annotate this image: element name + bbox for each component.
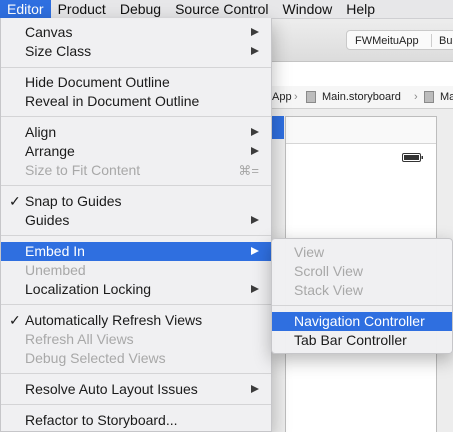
menu-item-label: Hide Document Outline <box>25 74 170 90</box>
chevron-right-icon: › <box>414 91 418 103</box>
menu-separator <box>1 404 271 405</box>
scene-status-bar <box>286 117 436 144</box>
jumpbar-main-segment[interactable]: Mai <box>440 86 453 108</box>
submenu-item-stack-view: Stack View <box>272 281 452 300</box>
menu-separator <box>1 67 271 68</box>
submenu-arrow-icon <box>251 247 259 255</box>
submenu-arrow-icon <box>251 128 259 136</box>
chevron-right-icon: › <box>294 91 298 103</box>
menu-item-label: Refactor to Storyboard... <box>25 412 178 428</box>
submenu-item-scroll-view: Scroll View <box>272 262 452 281</box>
menu-item-label: Localization Locking <box>25 281 152 297</box>
menu-item-refresh-all-views: Refresh All Views <box>1 330 271 349</box>
menu-separator <box>272 305 452 306</box>
menu-item-label: Scroll View <box>294 263 363 279</box>
menu-item-automatically-refresh-views[interactable]: ✓ Automatically Refresh Views <box>1 311 271 330</box>
scheme-app-label: FWMeituApp <box>355 35 419 47</box>
selection-indicator <box>272 116 284 139</box>
menu-item-label: Unembed <box>25 262 86 278</box>
menu-item-arrange[interactable]: Arrange <box>1 142 271 161</box>
scheme-divider <box>431 34 432 47</box>
menu-item-label: View <box>294 244 325 260</box>
jumpbar-app-segment[interactable]: App <box>272 86 292 108</box>
menu-item-reveal-in-document-outline[interactable]: Reveal in Document Outline <box>1 92 271 111</box>
submenu-arrow-icon <box>251 47 259 55</box>
menu-item-label: Size to Fit Content <box>25 162 141 178</box>
battery-icon <box>402 153 423 162</box>
jump-bar: App › Main.storyboard › Mai <box>272 86 453 109</box>
menu-item-snap-to-guides[interactable]: ✓ Snap to Guides <box>1 192 271 211</box>
menu-item-canvas[interactable]: Canvas <box>1 23 271 42</box>
menu-item-size-class[interactable]: Size Class <box>1 42 271 61</box>
editor-menu: Canvas Size Class Hide Document Outline … <box>0 18 272 432</box>
submenu-item-navigation-controller[interactable]: Navigation Controller <box>272 312 452 331</box>
submenu-arrow-icon <box>251 385 259 393</box>
menu-item-debug-selected-views: Debug Selected Views <box>1 349 271 368</box>
jumpbar-storyboard-segment[interactable]: Main.storyboard <box>322 86 401 108</box>
menu-item-unembed: Unembed <box>1 261 271 280</box>
menu-item-label: Embed In <box>25 243 85 259</box>
submenu-item-tab-bar-controller[interactable]: Tab Bar Controller <box>272 331 452 350</box>
menu-item-label: Resolve Auto Layout Issues <box>25 381 198 397</box>
submenu-item-view: View <box>272 243 452 262</box>
menu-item-align[interactable]: Align <box>1 123 271 142</box>
menu-item-label: Debug Selected Views <box>25 350 166 366</box>
checkmark-icon: ✓ <box>9 312 21 328</box>
menu-separator <box>1 304 271 305</box>
menu-separator <box>1 116 271 117</box>
menu-item-label: Arrange <box>25 143 75 159</box>
menu-separator <box>1 235 271 236</box>
scheme-selector[interactable]: FWMeituApp Bui <box>346 30 453 50</box>
menubar-help[interactable]: Help <box>339 0 382 18</box>
submenu-arrow-icon <box>251 147 259 155</box>
scheme-device-label: Bui <box>439 35 453 47</box>
embed-in-submenu: View Scroll View Stack View Navigation C… <box>271 238 453 354</box>
submenu-arrow-icon <box>251 28 259 36</box>
menu-item-label: Stack View <box>294 282 363 298</box>
menu-separator <box>1 373 271 374</box>
menu-item-guides[interactable]: Guides <box>1 211 271 230</box>
menubar-editor[interactable]: Editor <box>0 0 51 18</box>
menu-item-label: Navigation Controller <box>294 313 425 329</box>
menu-item-refactor-to-storyboard[interactable]: Refactor to Storyboard... <box>1 411 271 430</box>
menu-item-label: Refresh All Views <box>25 331 134 347</box>
menubar-debug[interactable]: Debug <box>113 0 168 18</box>
menu-separator <box>1 185 271 186</box>
menu-item-localization-locking[interactable]: Localization Locking <box>1 280 271 299</box>
menu-item-size-to-fit-content: Size to Fit Content ⌘= <box>1 161 271 180</box>
menu-item-label: Snap to Guides <box>25 193 122 209</box>
menu-item-label: Reveal in Document Outline <box>25 93 200 109</box>
submenu-arrow-icon <box>251 285 259 293</box>
menu-item-label: Automatically Refresh Views <box>25 312 203 328</box>
shortcut-label: ⌘= <box>238 163 259 178</box>
menubar-product[interactable]: Product <box>51 0 113 18</box>
menu-item-label: Tab Bar Controller <box>294 332 407 348</box>
storyboard-file-icon <box>424 91 434 103</box>
menu-item-resolve-auto-layout-issues[interactable]: Resolve Auto Layout Issues <box>1 380 271 399</box>
submenu-arrow-icon <box>251 216 259 224</box>
menu-item-embed-in[interactable]: Embed In <box>1 242 271 261</box>
checkmark-icon: ✓ <box>9 193 21 209</box>
menu-item-label: Size Class <box>25 43 92 59</box>
menubar-source-control[interactable]: Source Control <box>168 0 275 18</box>
menu-item-hide-document-outline[interactable]: Hide Document Outline <box>1 73 271 92</box>
menu-bar: Editor Product Debug Source Control Wind… <box>0 0 453 19</box>
menu-item-label: Guides <box>25 212 70 228</box>
menu-item-label: Canvas <box>25 24 73 40</box>
menu-item-label: Align <box>25 124 57 140</box>
storyboard-file-icon <box>306 91 316 103</box>
menubar-window[interactable]: Window <box>275 0 339 18</box>
